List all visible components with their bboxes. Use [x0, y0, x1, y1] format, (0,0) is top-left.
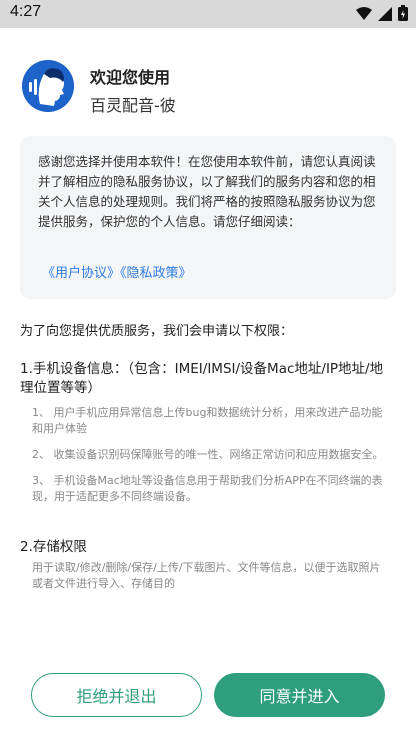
device-permission-item: 2、 收集设备识别码保障账号的唯一性、网络正常访问和应用数据安全。: [32, 448, 384, 461]
privacy-notice-card: 感谢您选择并使用本软件！在您使用本软件前，请您认真阅读并了解相应的隐私服务协议，…: [20, 136, 396, 299]
user-agreement-link[interactable]: 《用户协议》: [42, 266, 120, 281]
status-bar: 4:27: [0, 0, 416, 28]
status-icons: [356, 5, 408, 25]
signal-icon: [378, 6, 392, 25]
notice-text: 感谢您选择并使用本软件！在您使用本软件前，请您认真阅读并了解相应的隐私服务协议，…: [38, 154, 376, 229]
header: 欢迎您使用 百灵配音-彼: [22, 60, 402, 120]
device-permission-title: 1.手机设备信息：（包含：IMEI/IMSI/设备Mac地址/IP地址/地理位置…: [20, 361, 384, 396]
app-logo-icon: [22, 60, 74, 112]
storage-permission-desc: 用于读取/修改/删除/保存/上传/下载图片、文件等信息，以便于选取照片或者文件进…: [32, 561, 381, 590]
agree-enter-button[interactable]: 同意并进入: [214, 673, 385, 717]
privacy-policy-link[interactable]: 《隐私政策》: [120, 266, 192, 281]
status-time: 4:27: [10, 3, 42, 20]
battery-icon: [398, 5, 408, 25]
agreement-links: 《用户协议》《隐私政策》: [42, 262, 192, 281]
welcome-title: 欢迎您使用: [90, 68, 171, 87]
device-permission-details: 1、 用户手机应用异常信息上传bug和数据统计分析，用来改进产品功能和用户体验 …: [32, 405, 388, 515]
app-name: 百灵配音-彼: [90, 96, 176, 115]
permissions-intro: 为了向您提供优质服务，我们会申请以下权限：: [20, 324, 294, 339]
device-permission-item: 3、 手机设备Mac地址等设备信息用于帮助我们分析APP在不同终端的表现，用于适…: [32, 474, 383, 503]
wifi-icon: [356, 6, 372, 25]
storage-permission-title: 2.存储权限: [20, 539, 87, 555]
device-permission-item: 1、 用户手机应用异常信息上传bug和数据统计分析，用来改进产品功能和用户体验: [32, 406, 383, 435]
reject-exit-button[interactable]: 拒绝并退出: [31, 673, 202, 717]
